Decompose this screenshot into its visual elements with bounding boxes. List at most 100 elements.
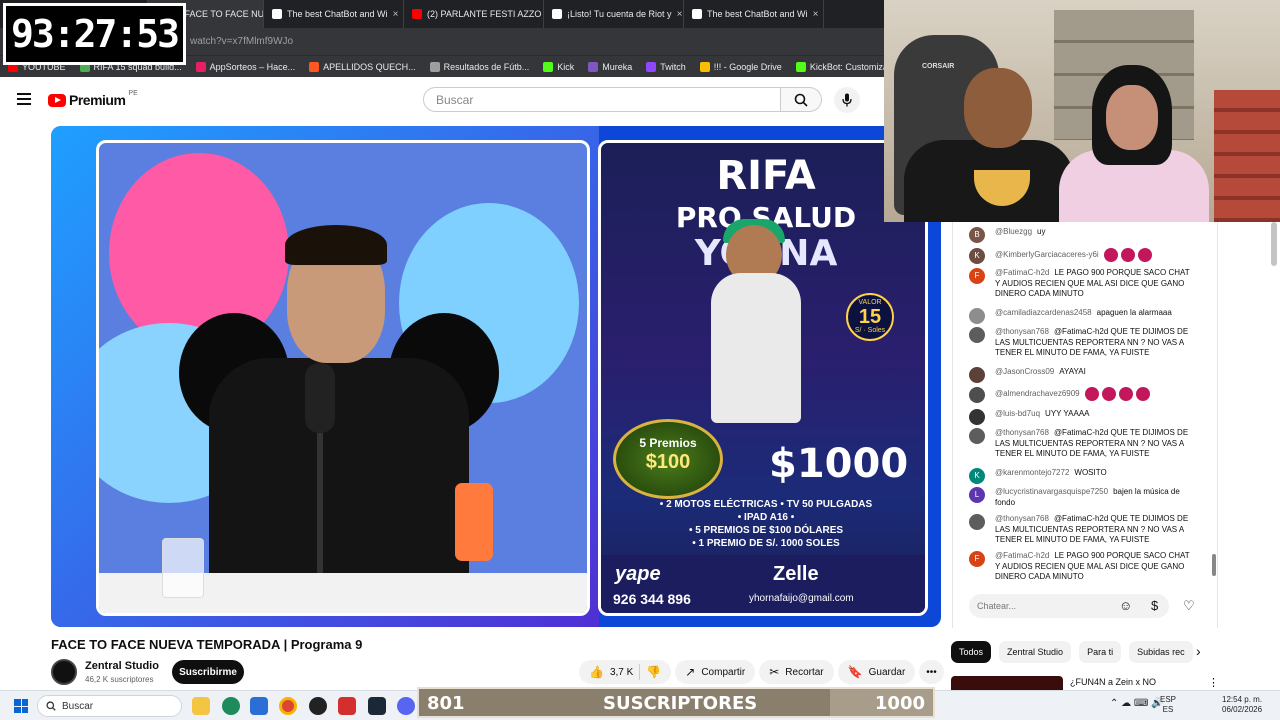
bookmark-item[interactable]: Twitch	[646, 61, 686, 72]
super-chat-icon[interactable]: $	[1151, 598, 1158, 613]
price-badge: VALOR 15 S/ · Soles	[846, 293, 894, 341]
url-text[interactable]: watch?v=x7fMlmf9WJo	[190, 36, 293, 47]
more-actions-button[interactable]: •••	[919, 660, 944, 684]
channel-name[interactable]: Zentral Studio	[85, 660, 159, 672]
chat-avatar[interactable]	[969, 308, 985, 324]
logo-region: PE	[128, 90, 138, 97]
voice-search-button[interactable]	[834, 87, 860, 113]
chat-emote-icon	[1103, 248, 1118, 262]
youtube-premium-logo[interactable]: Premium PE	[48, 90, 138, 108]
tab-close-icon[interactable]: ×	[813, 9, 819, 20]
store-icon[interactable]	[250, 697, 268, 715]
recommendation-title[interactable]: ¿FUN4N a Zein x NO	[1070, 677, 1156, 687]
video-player[interactable]: RIFA PRO SALUD YOUNA VALOR 15 S/ · Soles…	[51, 126, 941, 627]
chat-text: uy	[1037, 227, 1046, 236]
chat-avatar[interactable]: L	[969, 487, 985, 503]
discord-icon[interactable]	[397, 697, 415, 715]
chat-avatar[interactable]: K	[969, 248, 985, 264]
chat-message-body: @thonysan768 @FatimaC-h2d QUE TE DIJIMOS …	[995, 327, 1195, 359]
thumbs-down-icon[interactable]: 👎	[646, 665, 661, 679]
filter-chip[interactable]: Todos	[951, 641, 992, 663]
chat-avatar[interactable]: F	[969, 551, 985, 567]
heart-icon[interactable]: ♡	[1183, 598, 1195, 614]
chevron-right-icon[interactable]: ›	[1196, 643, 1201, 659]
chat-author[interactable]: @luis-bd7uq	[995, 409, 1040, 418]
chat-author[interactable]: @thonysan768	[995, 327, 1049, 336]
chat-message: @thonysan768 @FatimaC-h2d QUE TE DIJIMOS …	[969, 327, 1195, 359]
chat-author[interactable]: @thonysan768	[995, 428, 1049, 437]
like-count[interactable]: 3,7 K	[610, 667, 633, 678]
poster-person	[711, 273, 801, 423]
chat-avatar[interactable]: F	[969, 268, 985, 284]
recommendation-more-icon[interactable]: ⋮	[1208, 676, 1219, 689]
chat-avatar[interactable]	[969, 409, 985, 425]
bookmark-item[interactable]: AppSorteos – Hace...	[195, 61, 295, 72]
chat-author[interactable]: @KimberlyGarciacaceres-y6i	[995, 250, 1099, 259]
chat-author[interactable]: @FatimaC-h2d	[995, 268, 1049, 277]
bookmark-icon	[699, 61, 710, 72]
channel-avatar[interactable]	[51, 659, 77, 685]
chat-author[interactable]: @Bluezgg	[995, 227, 1032, 236]
browser-tab[interactable]: The best ChatBot and Wi ×	[684, 0, 824, 28]
obs-icon[interactable]	[309, 697, 327, 715]
app-icon[interactable]	[338, 697, 356, 715]
subscribe-button[interactable]: Suscribirme	[172, 660, 244, 684]
chat-avatar[interactable]	[969, 428, 985, 444]
emoji-icon[interactable]: ☺	[1119, 598, 1132, 613]
chat-author[interactable]: @thonysan768	[995, 514, 1049, 523]
recommendation-thumbnail[interactable]	[951, 676, 1063, 690]
search-button[interactable]	[781, 87, 822, 112]
browser-tab[interactable]: ¡Listo! Tu cuenta de Riot y ×	[544, 0, 684, 28]
language-primary: ESP	[1160, 695, 1177, 704]
chat-message-body: @lucycristinavargasquispe7250 bajen la mú…	[995, 487, 1195, 508]
bookmark-item[interactable]: APELLIDOS QUECH...	[309, 61, 416, 72]
chat-author[interactable]: @JasonCross09	[995, 367, 1054, 376]
tray-icons[interactable]: ⌃ ☁ ⌨ 🔊	[1110, 699, 1164, 709]
browser-tab[interactable]: The best ChatBot and Wi ×	[264, 0, 404, 28]
file-explorer-icon[interactable]	[192, 697, 210, 715]
filter-chip[interactable]: Subidas rec	[1129, 641, 1193, 663]
bookmark-item[interactable]: Kick	[543, 61, 574, 72]
filter-chip[interactable]: Para ti	[1079, 641, 1122, 663]
language-secondary: ES	[1162, 705, 1174, 714]
chat-avatar[interactable]	[969, 387, 985, 403]
share-button[interactable]: ↗ Compartir	[675, 660, 756, 684]
clip-button[interactable]: ✂ Recortar	[759, 660, 834, 684]
chat-author[interactable]: @lucycristinavargasquispe7250	[995, 487, 1108, 496]
page-scrollbar[interactable]	[1271, 222, 1277, 266]
bookmark-item[interactable]: KickBot: Customiza...	[795, 61, 895, 72]
chat-input[interactable]: Chatear...	[969, 594, 1169, 618]
premios-badge: 5 Premios $100	[613, 419, 723, 499]
chat-avatar[interactable]	[969, 327, 985, 343]
bookmark-item[interactable]: Resultados de Fútb...	[429, 61, 529, 72]
windows-start-icon[interactable]	[14, 699, 28, 713]
chat-author[interactable]: @FatimaC-h2d	[995, 551, 1049, 560]
tab-label: (2) PARLANTE FESTI AZZO	[427, 9, 542, 19]
search-input[interactable]: Buscar	[423, 87, 781, 112]
chat-author[interactable]: @almendrachavez6909	[995, 389, 1080, 398]
chat-author[interactable]: @karenmontejo7272	[995, 468, 1069, 477]
chat-scrollbar[interactable]	[1212, 554, 1216, 576]
tab-close-icon[interactable]: ×	[393, 9, 399, 20]
thumbs-up-icon[interactable]: 👍	[589, 665, 604, 679]
browser-tab[interactable]: (2) PARLANTE FESTI AZZO×	[404, 0, 544, 28]
bookmark-item[interactable]: Mureka	[588, 61, 632, 72]
edge-icon[interactable]	[222, 697, 240, 715]
language-indicator[interactable]: ESP ES	[1160, 695, 1176, 715]
chat-avatar[interactable]	[969, 514, 985, 530]
chat-avatar[interactable]	[969, 367, 985, 383]
bookmark-item[interactable]: !!! - Google Drive	[699, 61, 782, 72]
save-label: Guardar	[868, 666, 906, 678]
chat-message: @almendrachavez6909	[969, 387, 1195, 403]
taskbar-search[interactable]: Buscar	[37, 695, 182, 717]
save-button[interactable]: 🔖 Guardar	[837, 660, 916, 684]
chrome-icon[interactable]	[279, 697, 297, 715]
filter-chip[interactable]: Zentral Studio	[999, 641, 1072, 663]
steam-icon[interactable]	[368, 697, 386, 715]
chat-avatar[interactable]: K	[969, 468, 985, 484]
hamburger-menu-icon[interactable]	[17, 93, 31, 105]
chat-author[interactable]: @camiladiazcardenas2458	[995, 308, 1092, 317]
chat-avatar[interactable]: B	[969, 227, 985, 243]
clock[interactable]: 12:54 p. m. 06/02/2026	[1222, 695, 1262, 715]
tab-close-icon[interactable]: ×	[677, 9, 683, 20]
